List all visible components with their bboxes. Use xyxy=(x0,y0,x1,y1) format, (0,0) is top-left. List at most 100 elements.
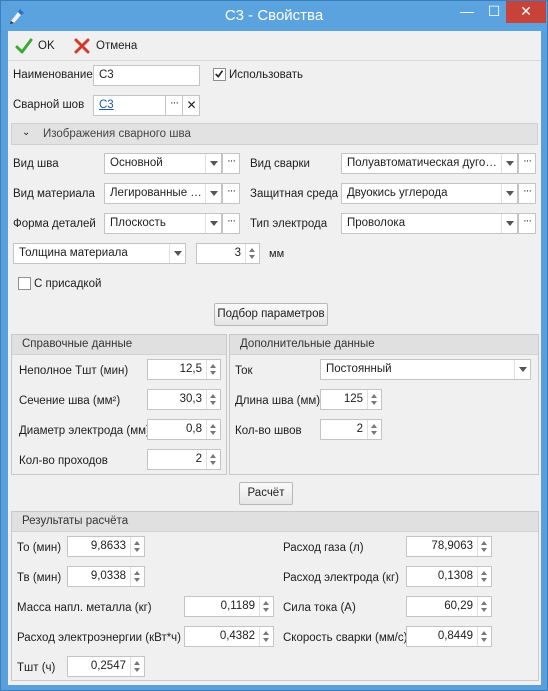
chevron-down-icon[interactable] xyxy=(169,244,185,263)
stepper-arrows[interactable] xyxy=(477,567,491,586)
close-button[interactable]: ✕ xyxy=(506,1,546,23)
weld-link[interactable]: С3 xyxy=(99,99,114,111)
speed-field[interactable]: 0,8449 xyxy=(406,626,492,647)
seam-count-stepper[interactable]: 2 xyxy=(320,419,382,440)
welding-type-select[interactable]: Полуавтоматическая дуговая xyxy=(341,153,518,174)
stepper-arrows[interactable] xyxy=(130,567,144,586)
tv-label: Тв (мин) xyxy=(17,572,62,584)
current-type-value: Постоянный xyxy=(326,363,392,375)
dialog-body: OK Отмена Наименование С3 Использовать С… xyxy=(8,31,541,685)
stepper-arrows[interactable] xyxy=(206,450,220,469)
chevron-down-icon[interactable] xyxy=(205,214,221,233)
tv-value: 9,0338 xyxy=(90,570,126,582)
reference-stepper[interactable]: 0,8 xyxy=(147,419,221,440)
reference-stepper[interactable]: 12,5 xyxy=(147,359,221,380)
seam-type-more-button[interactable]: ··· xyxy=(222,153,240,174)
cancel-button[interactable]: Отмена xyxy=(73,38,137,54)
filler-label: С присадкой xyxy=(34,278,102,290)
to-field[interactable]: 9,8633 xyxy=(67,536,145,557)
gas-field[interactable]: 78,9063 xyxy=(406,536,492,557)
chevron-down-icon[interactable] xyxy=(514,360,530,379)
tv-field[interactable]: 9,0338 xyxy=(67,566,145,587)
maximize-button[interactable]: ☐ xyxy=(481,1,507,23)
shield-env-value: Двуокись углерода xyxy=(347,187,448,199)
reference-value: 2 xyxy=(195,453,202,465)
reference-label: Неполное Тшт (мин) xyxy=(19,365,129,377)
use-checkbox[interactable] xyxy=(213,68,226,81)
stepper-arrows[interactable] xyxy=(477,627,491,646)
thickness-mode-value: Толщина материала xyxy=(19,247,128,259)
stepper-arrows[interactable] xyxy=(477,537,491,556)
thickness-mode-select[interactable]: Толщина материала xyxy=(13,243,186,264)
reference-title: Справочные данные xyxy=(12,335,226,355)
metal-mass-label: Масса напл. металла (кг) xyxy=(17,602,152,614)
reference-stepper[interactable]: 30,3 xyxy=(147,389,221,410)
calc-button[interactable]: Расчёт xyxy=(239,482,293,505)
stepper-arrows[interactable] xyxy=(477,597,491,616)
current-strength-value: 60,29 xyxy=(444,600,473,612)
energy-field[interactable]: 0,4382 xyxy=(184,626,274,647)
electrode-type-label: Тип электрода xyxy=(250,218,328,230)
filler-checkbox[interactable] xyxy=(18,277,31,290)
material-type-value: Легированные и... xyxy=(110,187,203,199)
reference-label: Диаметр электрода (мм) xyxy=(19,425,150,437)
chevron-down-icon[interactable] xyxy=(205,184,221,203)
weld-label: Сварной шов xyxy=(13,99,85,111)
tsht-field[interactable]: 0,2547 xyxy=(67,656,145,677)
chevron-down-icon[interactable] xyxy=(501,184,517,203)
material-type-select[interactable]: Легированные и... xyxy=(104,183,222,204)
electrode-consumption-field[interactable]: 0,1308 xyxy=(406,566,492,587)
shield-env-select[interactable]: Двуокись углерода xyxy=(341,183,518,204)
stepper-arrows[interactable] xyxy=(367,420,381,439)
electrode-consumption-value: 0,1308 xyxy=(437,570,473,582)
stepper-arrows[interactable] xyxy=(130,657,144,676)
stepper-arrows[interactable] xyxy=(206,420,220,439)
stepper-arrows[interactable] xyxy=(259,627,273,646)
check-icon xyxy=(15,38,33,54)
weld-browse-button[interactable]: ··· xyxy=(165,95,183,116)
part-shape-select[interactable]: Плоскость xyxy=(104,213,222,234)
thickness-stepper[interactable]: 3 xyxy=(196,243,260,264)
to-label: То (мин) xyxy=(17,542,62,554)
electrode-type-more-button[interactable]: ··· xyxy=(518,213,536,234)
electrode-type-select[interactable]: Проволока xyxy=(341,213,518,234)
chevron-down-icon[interactable] xyxy=(501,214,517,233)
speed-value: 0,8449 xyxy=(437,630,473,642)
seam-type-select[interactable]: Основной xyxy=(104,153,222,174)
energy-label: Расход электроэнергии (кВт*ч) xyxy=(17,632,182,644)
shield-env-label: Защитная среда xyxy=(250,188,339,200)
material-type-label: Вид материала xyxy=(13,188,95,200)
chevron-down-icon[interactable] xyxy=(205,154,221,173)
metal-mass-field[interactable]: 0,1189 xyxy=(184,596,274,617)
reference-stepper[interactable]: 2 xyxy=(147,449,221,470)
seam-count-label: Кол-во швов xyxy=(235,425,302,437)
chevron-down-icon[interactable] xyxy=(501,154,517,173)
part-shape-value: Плоскость xyxy=(110,217,166,229)
shield-env-more-button[interactable]: ··· xyxy=(518,183,536,204)
stepper-arrows[interactable] xyxy=(130,537,144,556)
stepper-arrows[interactable] xyxy=(245,244,259,263)
current-type-select[interactable]: Постоянный xyxy=(320,359,531,380)
stepper-arrows[interactable] xyxy=(367,390,381,409)
current-strength-field[interactable]: 60,29 xyxy=(406,596,492,617)
weld-field[interactable]: С3 xyxy=(93,95,166,116)
weld-images-section[interactable]: ⌄ Изображения сварного шва xyxy=(11,123,538,145)
ok-button[interactable]: OK xyxy=(15,38,55,54)
stepper-arrows[interactable] xyxy=(206,360,220,379)
stepper-arrows[interactable] xyxy=(206,390,220,409)
material-type-more-button[interactable]: ··· xyxy=(222,183,240,204)
stepper-arrows[interactable] xyxy=(259,597,273,616)
welding-type-label: Вид сварки xyxy=(250,158,310,170)
title-bar[interactable]: С3 - Свойства — ☐ ✕ xyxy=(1,1,547,31)
minimize-button[interactable]: — xyxy=(453,1,481,23)
seam-length-stepper[interactable]: 125 xyxy=(320,389,382,410)
welding-type-more-button[interactable]: ··· xyxy=(518,153,536,174)
part-shape-label: Форма деталей xyxy=(13,218,96,230)
select-params-button[interactable]: Подбор параметров xyxy=(214,303,328,326)
weld-clear-button[interactable]: ✕ xyxy=(182,95,200,116)
part-shape-more-button[interactable]: ··· xyxy=(222,213,240,234)
energy-value: 0,4382 xyxy=(219,630,255,642)
reference-value: 30,3 xyxy=(179,393,202,405)
extra-title: Дополнительные данные xyxy=(230,335,538,355)
name-input[interactable]: С3 xyxy=(93,65,200,86)
